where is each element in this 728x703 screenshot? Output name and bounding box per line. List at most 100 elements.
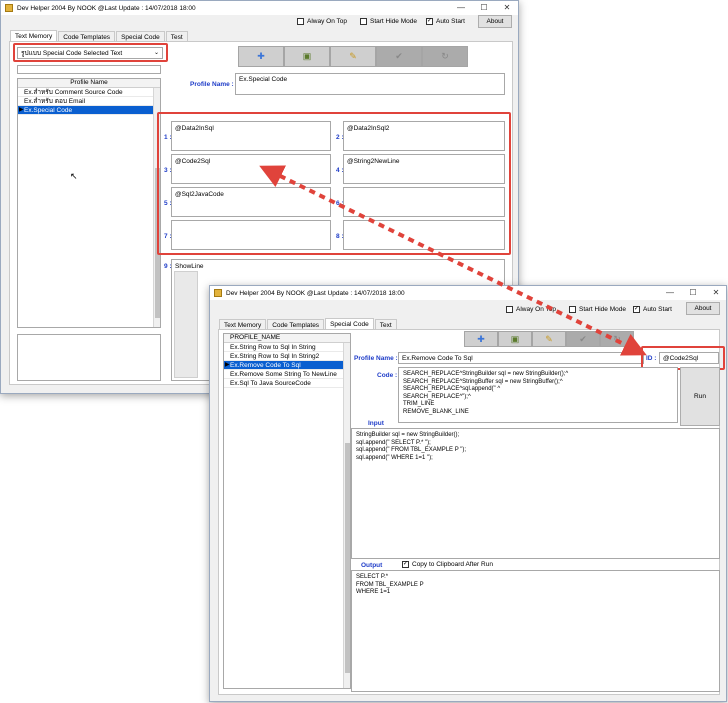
add-button[interactable]: ✚ [238, 46, 284, 67]
profile-filter-input[interactable] [17, 65, 161, 74]
auto-start-checkbox[interactable]: ✓ Auto Start [633, 306, 672, 313]
start-hide-mode-checkbox[interactable]: Start Hide Mode [569, 306, 626, 313]
check-icon: ✓ [426, 18, 433, 25]
profile-grid: Profile Name Ex.สำหรับ Comment Source Co… [17, 78, 161, 328]
minimize-icon[interactable]: — [450, 1, 472, 15]
app-icon [5, 4, 13, 12]
profile-name-value: Ex.Remove Code To Sql [402, 355, 473, 362]
start-hide-mode-checkbox[interactable]: Start Hide Mode [360, 18, 417, 25]
check-icon: ✓ [633, 306, 640, 313]
about-button[interactable]: About [686, 302, 720, 315]
list-item-selected[interactable]: ▶ Ex.Remove Code To Sql [224, 361, 350, 370]
cursor-icon: ↖ [70, 171, 78, 181]
run-button[interactable]: Run [680, 367, 720, 426]
start-hide-mode-label: Start Hide Mode [370, 18, 417, 25]
list-item[interactable]: Ex.Remove Some String To NewLine [224, 370, 350, 379]
title-bar[interactable]: Dev Helper 2004 By NOOK @Last Update : 1… [210, 286, 726, 300]
list-item[interactable]: Ex.Sql To Java SourceCode [224, 379, 350, 388]
profile-grid: PROFILE_NAME Ex.String Row to Sql In Str… [223, 333, 351, 689]
list-item-label: Ex.Remove Code To Sql [230, 362, 301, 369]
slot-value: @String2NewLine [347, 158, 400, 165]
checkbox-box [569, 306, 576, 313]
edit-icon: ✎ [349, 51, 357, 61]
scroll-thumb[interactable] [345, 443, 350, 673]
code-field[interactable]: SEARCH_REPLACE^StringBuilder sql = new S… [398, 367, 678, 423]
list-item-label: Ex.Special Code [24, 107, 73, 114]
auto-start-label: Auto Start [643, 306, 672, 313]
list-item[interactable]: Ex.String Row to Sql In String [224, 343, 350, 352]
output-field[interactable]: SELECT P.* FROM TBL_EXAMPLE P WHERE 1=1 [351, 570, 720, 692]
slot-value: @Sql2JavaCode [175, 191, 224, 198]
list-item-selected[interactable]: ▶ Ex.Special Code [18, 106, 160, 115]
confirm-button[interactable]: ✔ [566, 331, 600, 347]
check-icon: ✓ [402, 561, 409, 568]
slot-value: @Data2InSql2 [347, 125, 390, 132]
slot-field-8[interactable] [343, 220, 505, 250]
list-item-label: Ex.String Row to Sql In String [230, 344, 316, 351]
always-on-top-checkbox[interactable]: Alway On Top [297, 18, 347, 25]
notes-box[interactable] [17, 334, 161, 381]
redo-icon: ↻ [613, 333, 621, 344]
slot-value: @Data2InSql [175, 125, 214, 132]
add-icon: ✚ [257, 51, 265, 61]
copy-clipboard-checkbox[interactable]: ✓ Copy to Clipboard After Run [402, 561, 493, 568]
slot-field-3[interactable]: @Code2Sql [171, 154, 331, 184]
slot-value: ShowLine [175, 263, 204, 270]
add-button[interactable]: ✚ [464, 331, 498, 347]
code-label: Code : [377, 372, 398, 379]
grid-header: PROFILE_NAME [224, 334, 350, 343]
redo-button[interactable]: ↻ [600, 331, 634, 347]
grid-scrollbar[interactable] [343, 343, 350, 688]
redo-button[interactable]: ↻ [422, 46, 468, 67]
edit-icon: ✎ [545, 333, 553, 344]
row-pointer-icon: ▶ [19, 107, 24, 113]
profile-name-label: Profile Name : [354, 355, 398, 362]
profile-name-field[interactable]: Ex.Special Code [235, 73, 505, 95]
checkbox-box [360, 18, 367, 25]
dropdown-highlight-box [13, 43, 168, 62]
edit-button[interactable]: ✎ [532, 331, 566, 347]
slot-field-5[interactable]: @Sql2JavaCode [171, 187, 331, 217]
edit-button[interactable]: ✎ [330, 46, 376, 67]
save-button[interactable]: ▣ [284, 46, 330, 67]
always-on-top-label: Alway On Top [516, 306, 556, 313]
list-item[interactable]: Ex.สำหรับ Comment Source Code [18, 88, 160, 97]
slot-field-1[interactable]: @Data2InSql [171, 121, 331, 151]
list-item-label: Ex.Remove Some String To NewLine [230, 371, 337, 378]
title-bar[interactable]: Dev Helper 2004 By NOOK @Last Update : 1… [1, 1, 518, 15]
save-button[interactable]: ▣ [498, 331, 532, 347]
auto-start-label: Auto Start [436, 18, 465, 25]
check-icon: ✔ [395, 51, 403, 61]
slot-field-7[interactable] [171, 220, 331, 250]
slot-field-2[interactable]: @Data2InSql2 [343, 121, 505, 151]
check-icon: ✔ [579, 333, 587, 344]
about-button[interactable]: About [478, 15, 512, 28]
start-hide-mode-label: Start Hide Mode [579, 306, 626, 313]
list-item[interactable]: Ex.String Row to Sql In String2 [224, 352, 350, 361]
grid-header: Profile Name [18, 79, 160, 88]
save-icon: ▣ [302, 51, 312, 61]
list-item-label: Ex.String Row to Sql In String2 [230, 353, 320, 360]
always-on-top-checkbox[interactable]: Alway On Top [506, 306, 556, 313]
profile-name-field[interactable]: Ex.Remove Code To Sql [398, 352, 644, 364]
secondary-window: Dev Helper 2004 By NOOK @Last Update : 1… [209, 285, 727, 702]
maximize-icon[interactable]: ☐ [682, 286, 704, 300]
list-item[interactable]: Ex.สำหรับ ตอบ Email [18, 97, 160, 106]
window-title: Dev Helper 2004 By NOOK @Last Update : 1… [226, 289, 405, 297]
input-field[interactable]: StringBuilder sql = new StringBuilder();… [351, 428, 720, 559]
slot-value: @Code2Sql [175, 158, 211, 165]
profile-name-value: Ex.Special Code [239, 76, 288, 83]
close-icon[interactable]: ✕ [705, 286, 726, 300]
auto-start-checkbox[interactable]: ✓ Auto Start [426, 18, 465, 25]
save-icon: ▣ [510, 333, 520, 344]
app-icon [214, 289, 222, 297]
slot-field-6[interactable] [343, 187, 505, 217]
slot-field-4[interactable]: @String2NewLine [343, 154, 505, 184]
confirm-button[interactable]: ✔ [376, 46, 422, 67]
list-item-label: Ex.สำหรับ ตอบ Email [24, 98, 86, 105]
redo-icon: ↻ [441, 51, 449, 61]
maximize-icon[interactable]: ☐ [473, 1, 495, 15]
row-pointer-icon: ▶ [225, 362, 230, 368]
close-icon[interactable]: ✕ [496, 1, 518, 15]
minimize-icon[interactable]: — [659, 286, 681, 300]
